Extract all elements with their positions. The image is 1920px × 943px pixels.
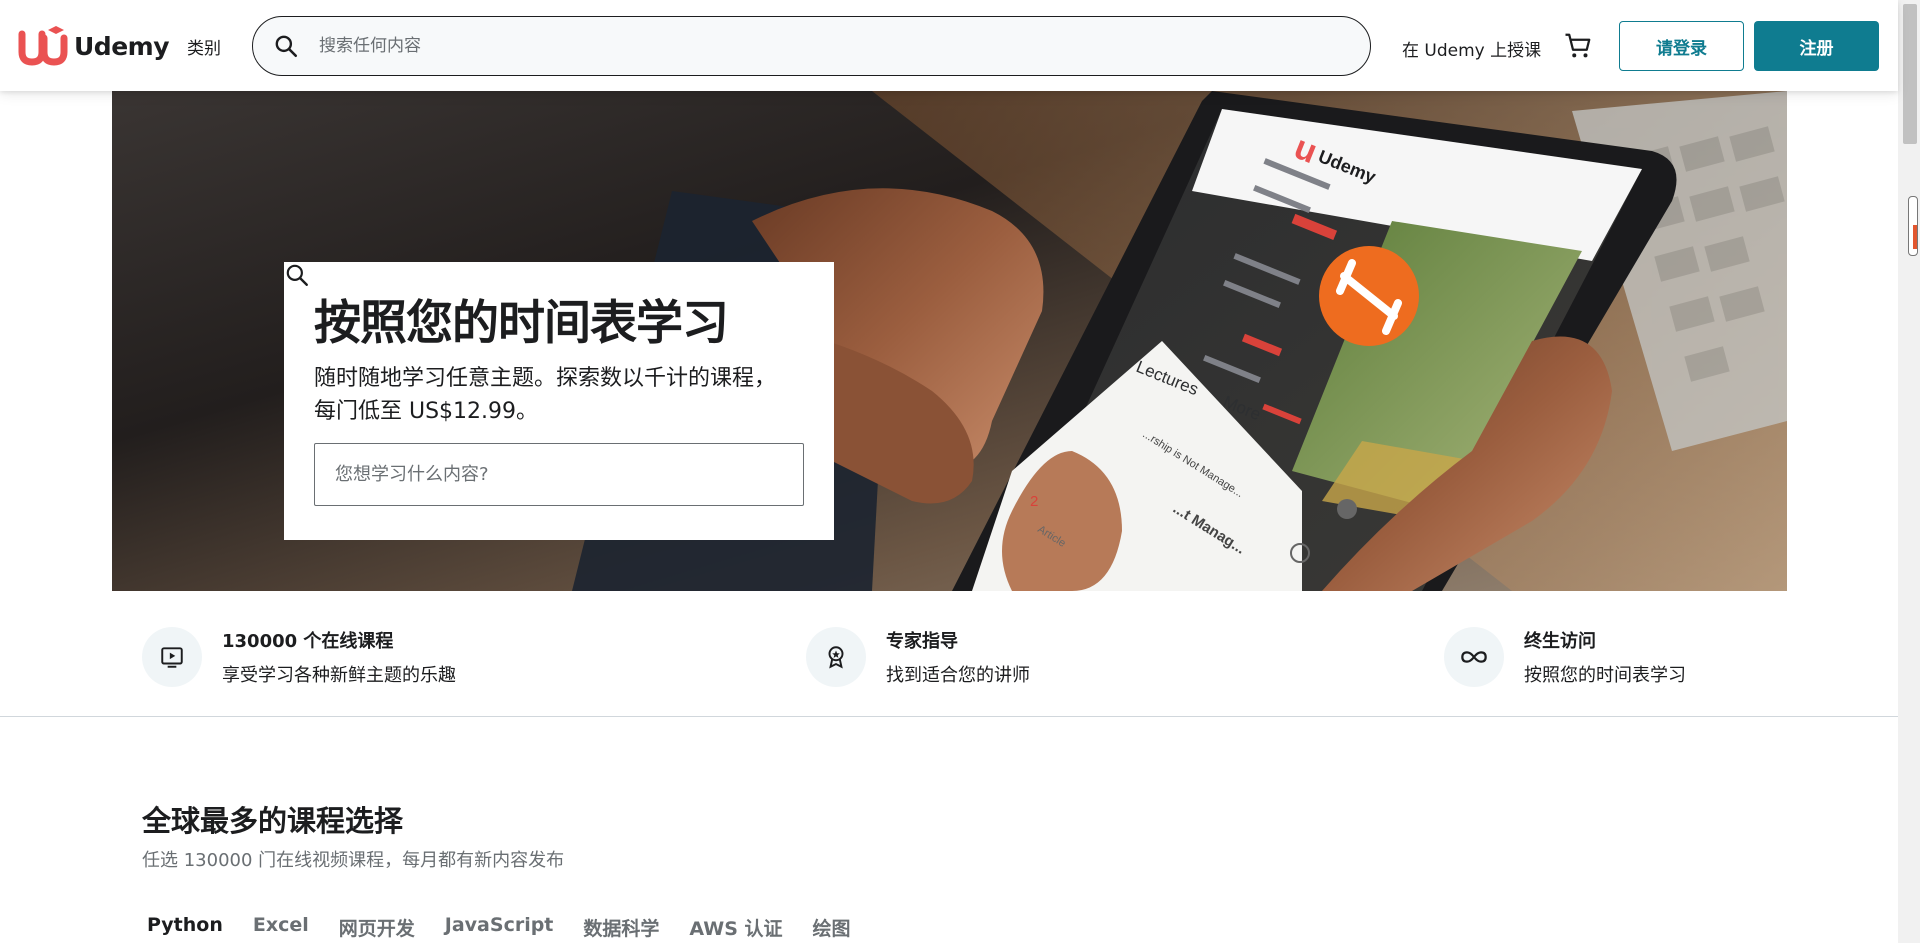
teach-on-udemy-link[interactable]: 在 Udemy 上授课 (1402, 36, 1541, 61)
feature-title: 专家指导 (886, 631, 958, 652)
hero-search-input[interactable] (335, 464, 735, 486)
feature-online-courses: 130000 个在线课程 享受学习各种新鲜主题的乐趣 (142, 627, 456, 687)
scrollbar-thumb[interactable] (1903, 4, 1917, 144)
feature-expert-guidance: 专家指导 找到适合您的讲师 (806, 627, 1030, 687)
tab-drawing[interactable]: 绘图 (813, 914, 851, 941)
tab-python[interactable]: Python (147, 914, 223, 941)
feature-description: 按照您的时间表学习 (1524, 665, 1686, 686)
hero-title: 按照您的时间表学习 (314, 296, 729, 351)
feature-description: 找到适合您的讲师 (886, 665, 1030, 686)
categories-menu[interactable]: 类别 (187, 34, 221, 59)
hero-subtitle: 随时随地学习任意主题。探索数以千计的课程，每门低至 US$12.99。 (314, 366, 777, 425)
hero-banner: u Udemy Lectures More ...rship is Not Ma… (112, 91, 1787, 591)
feature-title: 终生访问 (1524, 631, 1596, 652)
course-category-tabs: Python Excel 网页开发 JavaScript 数据科学 AWS 认证… (147, 914, 851, 941)
udemy-logo-icon (18, 26, 68, 66)
section-divider (0, 716, 1898, 717)
search-icon[interactable] (273, 33, 299, 59)
phone-number: 2 (1030, 493, 1038, 510)
header-search-bar[interactable] (252, 16, 1371, 76)
page-scrollbar[interactable] (1898, 0, 1920, 943)
feature-description: 享受学习各种新鲜主题的乐趣 (222, 665, 456, 686)
infinity-icon (1444, 627, 1504, 687)
signup-button[interactable]: 注册 (1754, 21, 1879, 71)
scrollbar-marker-highlight (1913, 225, 1917, 249)
hero-search-box[interactable] (286, 264, 804, 507)
tab-javascript[interactable]: JavaScript (445, 914, 554, 941)
award-icon (806, 627, 866, 687)
tab-excel[interactable]: Excel (253, 914, 309, 941)
feature-lifetime-access: 终生访问 按照您的时间表学习 (1444, 627, 1686, 687)
udemy-logo[interactable]: Udemy (18, 24, 170, 68)
feature-title: 130000 个在线课程 (222, 631, 394, 652)
search-icon[interactable] (284, 262, 310, 288)
play-icon (142, 627, 202, 687)
tab-aws-certification[interactable]: AWS 认证 (689, 914, 782, 941)
login-button[interactable]: 请登录 (1619, 21, 1744, 71)
header-search-input[interactable] (319, 36, 1319, 56)
tab-data-science[interactable]: 数据科学 (583, 914, 659, 941)
top-header: Udemy 类别 在 Udemy 上授课 请登录 注册 (0, 0, 1898, 91)
cart-icon[interactable] (1563, 31, 1593, 61)
section-title: 全球最多的课程选择 (142, 804, 404, 838)
hero-card: 按照您的时间表学习 随时随地学习任意主题。探索数以千计的课程，每门低至 US$1… (284, 262, 834, 540)
section-subtitle: 任选 130000 门在线视频课程，每月都有新内容发布 (142, 850, 565, 871)
tab-web-development[interactable]: 网页开发 (339, 914, 415, 941)
logo-text: Udemy (74, 31, 170, 61)
